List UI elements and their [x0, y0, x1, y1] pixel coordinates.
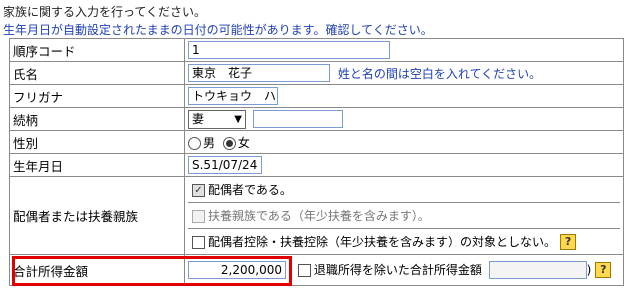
row-order-code: 順序コード 1 — [9, 38, 624, 62]
help-icon[interactable]: ? — [560, 234, 577, 251]
spouse-label: 配偶者または扶養親族 — [9, 176, 185, 255]
dependent-option-label: 扶養親族である（年少扶養を含みます）。 — [208, 209, 430, 223]
gender-option-female: 女 — [237, 135, 250, 150]
gender-label: 性別 — [9, 130, 185, 154]
row-relation: 続柄 妻 ▼ — [9, 107, 624, 131]
exclude-deduction-checkbox[interactable] — [192, 235, 205, 249]
relation-label: 続柄 — [9, 107, 185, 131]
close-paren: ) — [586, 262, 592, 277]
exclude-deduction-label: 配偶者控除・扶養控除（年少扶養を含みます）の対象としない。 — [208, 234, 557, 249]
name-hint: 姓と名の間は空白を入れてください。 — [337, 66, 542, 81]
gender-radio-female[interactable] — [222, 136, 236, 150]
help-icon[interactable]: ? — [595, 262, 612, 279]
income-input[interactable]: 2,200,000 — [188, 261, 286, 280]
exclude-retirement-checkbox[interactable] — [297, 263, 311, 277]
furigana-input[interactable]: トウキョウ ハナコ — [188, 87, 278, 105]
row-income: 合計所得金額 2,200,000 退職所得を除いた合計所得金額 )? — [9, 254, 624, 286]
spouse-checkbox[interactable]: ✓ — [192, 184, 205, 197]
row-spouse: 配偶者または扶養親族 ✓ 配偶者である。 扶養親族である（年少扶養を含みます）。 … — [9, 176, 624, 255]
exclude-retirement-input[interactable] — [488, 261, 587, 280]
exclude-retirement-label: 退職所得を除いた合計所得金額 — [313, 262, 482, 277]
spouse-option-label: 配偶者である。 — [208, 183, 292, 197]
family-form-table: 順序コード 1 氏名 東京 花子 姓と名の間は空白を入れてください。 フリガナ … — [9, 38, 624, 286]
relation-select[interactable]: 妻 ▼ — [188, 109, 246, 129]
dependent-checkbox[interactable] — [192, 210, 205, 223]
intro-text: 家族に関する入力を行ってください。 — [3, 5, 207, 19]
birthdate-label: 生年月日 — [9, 153, 185, 177]
relation-extra-input[interactable] — [252, 110, 343, 128]
birthdate-input[interactable]: S.51/07/24 — [188, 156, 262, 174]
row-furigana: フリガナ トウキョウ ハナコ — [9, 84, 624, 108]
order-code-label: 順序コード — [9, 38, 185, 62]
relation-selected: 妻 — [192, 111, 205, 126]
row-birthdate: 生年月日 S.51/07/24 — [9, 153, 624, 177]
order-code-input[interactable]: 1 — [188, 41, 390, 59]
birthdate-warning: 生年月日が自動設定されたままの日付の可能性があります。確認してください。 — [3, 23, 433, 37]
name-label: 氏名 — [9, 61, 185, 85]
gender-radio-male[interactable] — [188, 136, 201, 150]
furigana-label: フリガナ — [9, 84, 185, 108]
name-input[interactable]: 東京 花子 — [188, 64, 330, 82]
income-label: 合計所得金額 — [9, 254, 185, 286]
row-name: 氏名 東京 花子 姓と名の間は空白を入れてください。 — [9, 61, 624, 85]
row-gender: 性別 男 女 — [9, 130, 624, 154]
chevron-down-icon: ▼ — [234, 113, 242, 125]
gender-option-male: 男 — [203, 135, 216, 150]
